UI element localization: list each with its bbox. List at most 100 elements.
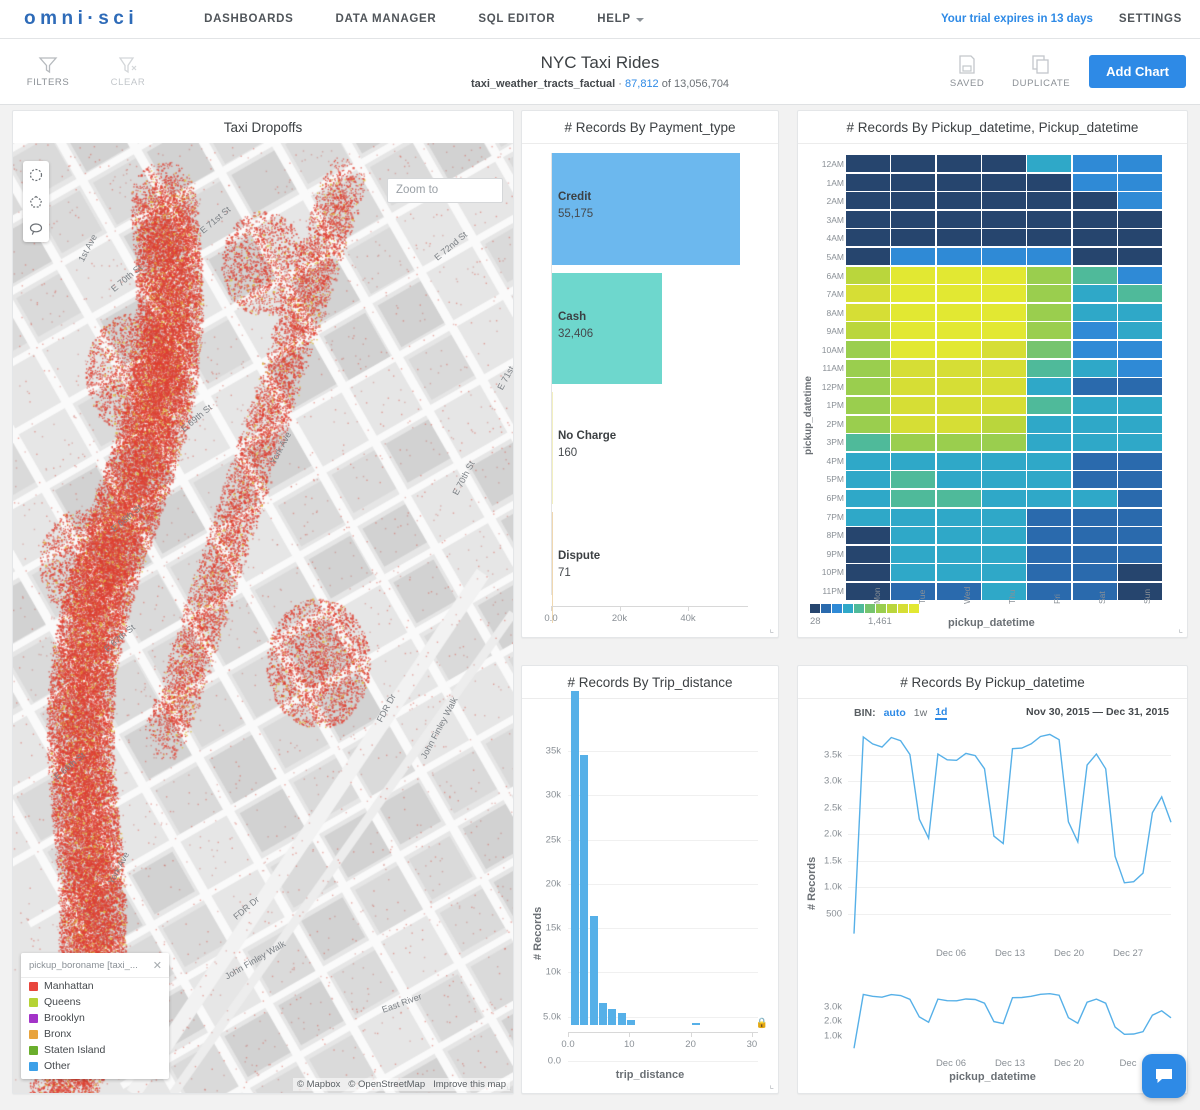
heatmap-cell[interactable] bbox=[982, 378, 1026, 396]
heatmap-cell[interactable] bbox=[846, 210, 890, 228]
heatmap-cell[interactable] bbox=[1072, 471, 1117, 489]
heatmap-cell[interactable] bbox=[891, 489, 936, 507]
heatmap-cell[interactable] bbox=[1118, 229, 1162, 247]
heatmap-cell[interactable] bbox=[1027, 173, 1072, 191]
heatmap-cell[interactable] bbox=[1118, 396, 1162, 414]
nav-item-sql-editor[interactable]: SQL EDITOR bbox=[478, 13, 555, 25]
heatmap-cell[interactable] bbox=[891, 396, 936, 414]
heatmap-cell[interactable] bbox=[1072, 489, 1117, 507]
heatmap-cell[interactable] bbox=[982, 341, 1026, 359]
heatmap-cell[interactable] bbox=[982, 582, 1026, 600]
heatmap-cell[interactable] bbox=[846, 434, 890, 452]
heatmap-cell[interactable] bbox=[936, 322, 981, 340]
nav-item-help[interactable]: HELP bbox=[597, 13, 644, 25]
heatmap-cell[interactable] bbox=[1118, 266, 1162, 284]
heatmap-cell[interactable] bbox=[1072, 452, 1117, 470]
polygon-select-icon[interactable] bbox=[23, 188, 49, 215]
heatmap-cell[interactable] bbox=[846, 415, 890, 433]
trip-bar[interactable] bbox=[571, 691, 580, 1025]
map-legend-item[interactable]: Other bbox=[21, 1058, 169, 1074]
heatmap-cell[interactable] bbox=[1118, 155, 1162, 172]
heatmap-cell[interactable] bbox=[1072, 564, 1117, 582]
trial-notice[interactable]: Your trial expires in 13 days bbox=[941, 13, 1093, 25]
heatmap-cell[interactable] bbox=[846, 582, 890, 600]
heatmap-cell[interactable] bbox=[1027, 210, 1072, 228]
heatmap-cell[interactable] bbox=[936, 564, 981, 582]
heatmap-cell[interactable] bbox=[891, 434, 936, 452]
heatmap-cell[interactable] bbox=[982, 229, 1026, 247]
heatmap-cell[interactable] bbox=[891, 210, 936, 228]
heatmap-cell[interactable] bbox=[982, 173, 1026, 191]
heatmap-cell[interactable] bbox=[982, 545, 1026, 563]
heatmap-cell[interactable] bbox=[1072, 322, 1117, 340]
heatmap-cell[interactable] bbox=[936, 266, 981, 284]
heatmap-cell[interactable] bbox=[891, 192, 936, 210]
heatmap-cell[interactable] bbox=[846, 396, 890, 414]
heatmap-cell[interactable] bbox=[982, 248, 1026, 266]
heatmap-cell[interactable] bbox=[846, 341, 890, 359]
heatmap-cell[interactable] bbox=[1072, 173, 1117, 191]
heatmap-cell[interactable] bbox=[891, 248, 936, 266]
heatmap-cell[interactable] bbox=[936, 155, 981, 172]
map-legend-item[interactable]: Brooklyn bbox=[21, 1010, 169, 1026]
heatmap-cell[interactable] bbox=[982, 303, 1026, 321]
heatmap-cell[interactable] bbox=[1027, 434, 1072, 452]
trip-bar[interactable] bbox=[617, 1012, 626, 1025]
heatmap-cell[interactable] bbox=[1027, 527, 1072, 545]
duplicate-button[interactable]: DUPLICATE bbox=[1012, 54, 1070, 89]
map-legend-item[interactable]: Queens bbox=[21, 994, 169, 1010]
heatmap-cell[interactable] bbox=[846, 155, 890, 172]
heatmap-cell[interactable] bbox=[1027, 489, 1072, 507]
heatmap-cell[interactable] bbox=[936, 489, 981, 507]
heatmap-cell[interactable] bbox=[1027, 285, 1072, 303]
heatmap-cell[interactable] bbox=[1072, 285, 1117, 303]
circle-select-icon[interactable] bbox=[23, 161, 49, 188]
heatmap-cell[interactable] bbox=[1027, 155, 1072, 172]
heatmap-resize-handle[interactable]: ⌞ bbox=[1178, 624, 1183, 635]
lock-icon[interactable]: 🔒 bbox=[756, 1018, 768, 1029]
map-legend-item[interactable]: Manhattan bbox=[21, 978, 169, 994]
heatmap-cell[interactable] bbox=[891, 173, 936, 191]
trip-bar[interactable] bbox=[598, 1003, 607, 1025]
heatmap-cell[interactable] bbox=[891, 582, 936, 600]
heatmap-cell[interactable] bbox=[891, 378, 936, 396]
heatmap-cell[interactable] bbox=[1118, 489, 1162, 507]
heatmap-cell[interactable] bbox=[1072, 248, 1117, 266]
heatmap-cell[interactable] bbox=[936, 248, 981, 266]
heatmap-cell[interactable] bbox=[891, 471, 936, 489]
heatmap-cell[interactable] bbox=[1072, 155, 1117, 172]
heatmap-cell[interactable] bbox=[846, 508, 890, 526]
map-legend-item[interactable]: Bronx bbox=[21, 1026, 169, 1042]
heatmap-cell[interactable] bbox=[1027, 508, 1072, 526]
heatmap-cell[interactable] bbox=[891, 452, 936, 470]
heatmap-cell[interactable] bbox=[1027, 341, 1072, 359]
heatmap-cell[interactable] bbox=[982, 452, 1026, 470]
heatmap-cell[interactable] bbox=[846, 266, 890, 284]
heatmap-cell[interactable] bbox=[1072, 508, 1117, 526]
trip-bar[interactable] bbox=[580, 754, 589, 1025]
heatmap-cell[interactable] bbox=[1118, 582, 1162, 600]
heatmap-cell[interactable] bbox=[936, 452, 981, 470]
heatmap-cell[interactable] bbox=[1118, 471, 1162, 489]
chat-bubble-icon[interactable] bbox=[1142, 1054, 1186, 1098]
heatmap-cell[interactable] bbox=[936, 434, 981, 452]
heatmap-cell[interactable] bbox=[891, 303, 936, 321]
heatmap-cell[interactable] bbox=[982, 322, 1026, 340]
heatmap-cell[interactable] bbox=[982, 508, 1026, 526]
heatmap-cell[interactable] bbox=[846, 359, 890, 377]
heatmap-cell[interactable] bbox=[1072, 192, 1117, 210]
heatmap-cell[interactable] bbox=[1118, 359, 1162, 377]
heatmap-cell[interactable] bbox=[1027, 452, 1072, 470]
heatmap-cell[interactable] bbox=[891, 155, 936, 172]
heatmap-cell[interactable] bbox=[891, 229, 936, 247]
nav-item-dashboards[interactable]: DASHBOARDS bbox=[204, 13, 293, 25]
payment-resize-handle[interactable]: ⌞ bbox=[769, 624, 774, 635]
heatmap-cell[interactable] bbox=[846, 378, 890, 396]
heatmap-cell[interactable] bbox=[846, 173, 890, 191]
heatmap-cell[interactable] bbox=[1118, 303, 1162, 321]
lasso-select-icon[interactable] bbox=[23, 215, 49, 242]
heatmap-cell[interactable] bbox=[1027, 266, 1072, 284]
heatmap-cell[interactable] bbox=[1118, 285, 1162, 303]
heatmap-cell[interactable] bbox=[936, 303, 981, 321]
heatmap-cell[interactable] bbox=[1118, 434, 1162, 452]
